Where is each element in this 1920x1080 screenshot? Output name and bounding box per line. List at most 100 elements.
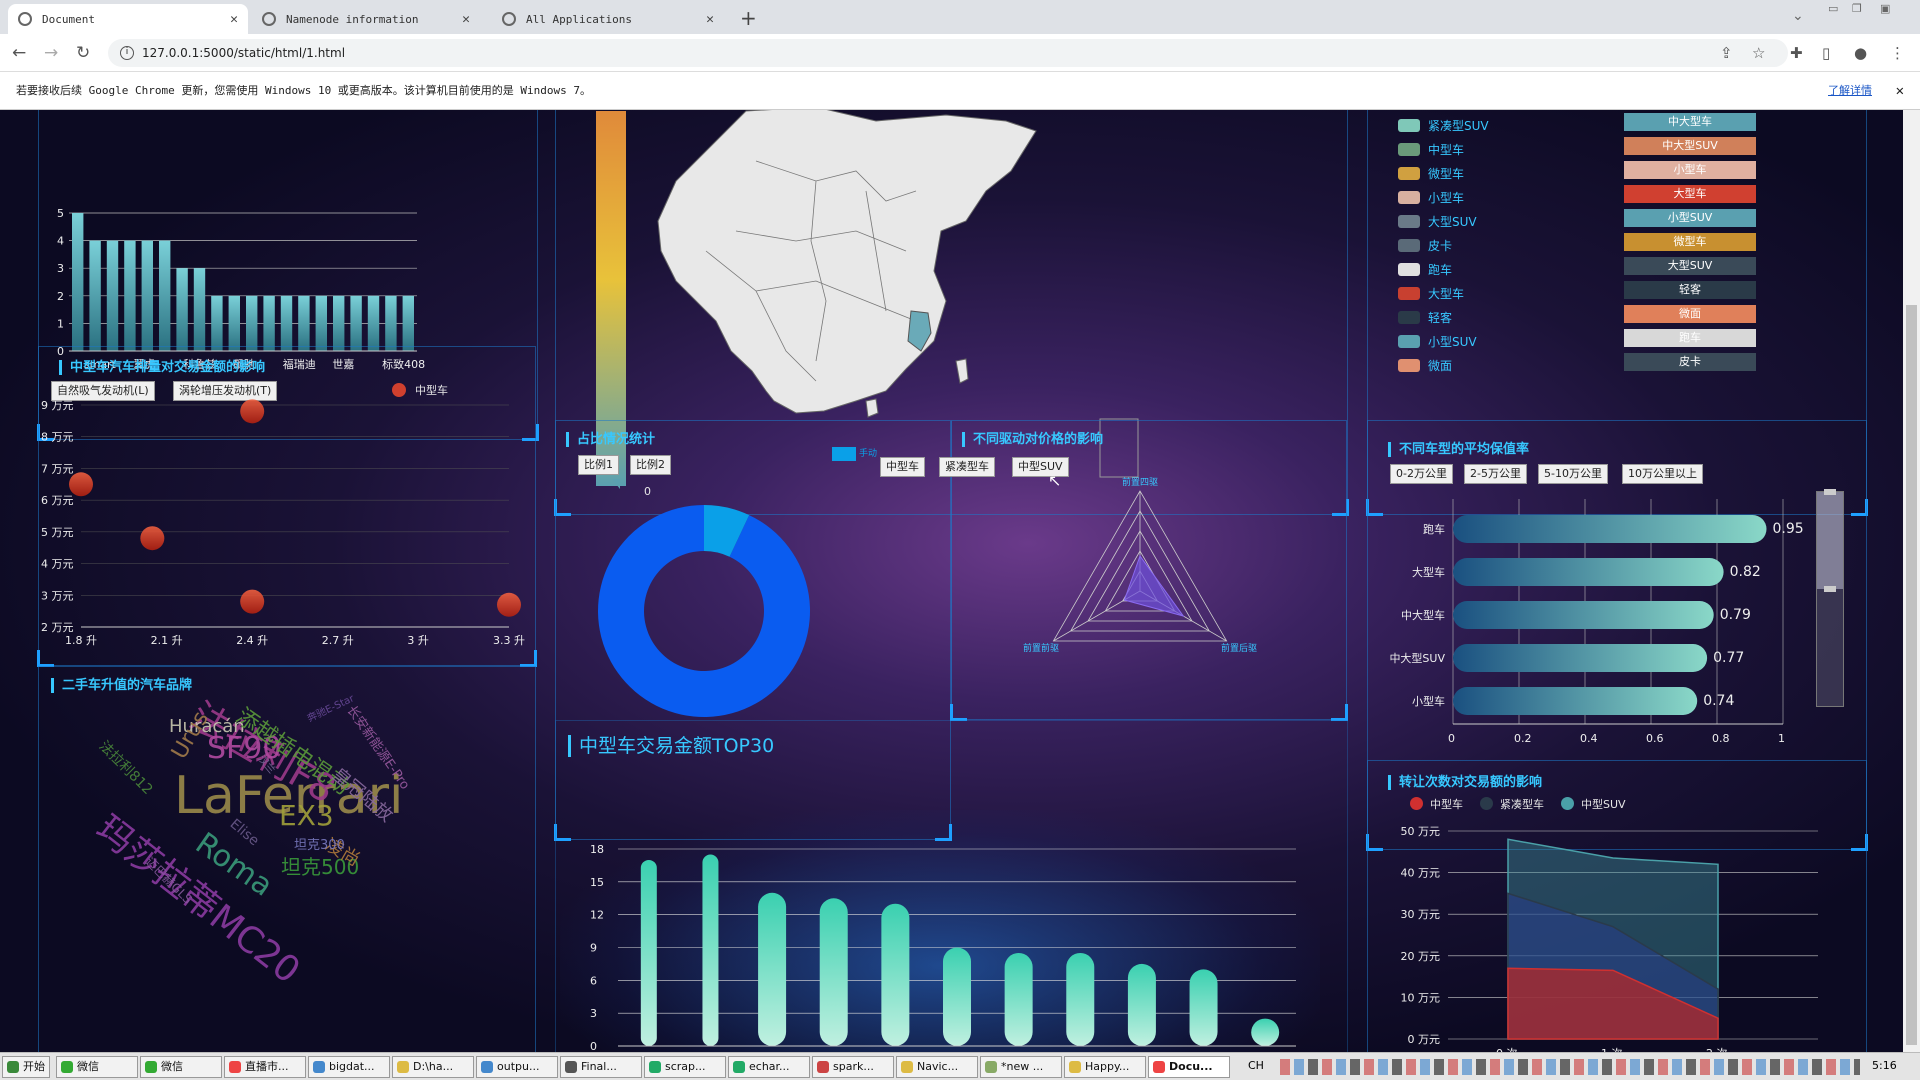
taskbar-item[interactable]: outpu... (476, 1056, 558, 1078)
close-icon[interactable]: ✕ (706, 12, 714, 27)
legend-label[interactable]: 轻客 (1428, 309, 1452, 326)
legend-label[interactable]: 小型车 (1428, 189, 1464, 206)
extensions-icon[interactable]: ✚ (1790, 44, 1803, 62)
scatter-point[interactable] (69, 472, 93, 497)
url-field[interactable]: i 127.0.0.1:5000/static/html/1.html (108, 39, 1788, 67)
datazoom-slider[interactable] (1816, 489, 1844, 707)
profile-icon[interactable]: ● (1854, 44, 1867, 62)
star-icon[interactable]: ☆ (1752, 44, 1765, 62)
bar[interactable] (1453, 601, 1714, 629)
scrollbar-thumb[interactable] (1906, 305, 1917, 1045)
taskbar-item[interactable]: 微信 (56, 1056, 138, 1078)
y-tick: 中大型SUV (1389, 651, 1445, 665)
y-tick: 9 万元 (41, 399, 74, 412)
learn-more-link[interactable]: 了解详情 (1828, 72, 1872, 110)
legend-label[interactable]: 大型车 (1428, 285, 1464, 302)
legend-label[interactable]: 跑车 (1428, 261, 1452, 278)
legend-label[interactable]: 紧凑型SUV (1428, 117, 1489, 134)
car-type-tag[interactable]: 皮卡 (1624, 353, 1756, 371)
bar[interactable] (1066, 952, 1095, 1046)
close-icon[interactable]: ✕ (462, 12, 470, 27)
taskbar-item[interactable]: echar... (728, 1056, 810, 1078)
car-type-tag[interactable]: 中大型车 (1624, 113, 1756, 131)
page-scrollbar[interactable] (1903, 110, 1920, 1052)
car-type-tag[interactable]: 中大型SUV (1624, 137, 1756, 155)
scatter-point[interactable] (140, 526, 165, 551)
scatter-point[interactable] (240, 589, 265, 614)
bar[interactable] (1453, 515, 1767, 543)
bar[interactable] (1453, 644, 1708, 672)
tab-all-applications[interactable]: All Applications ✕ (492, 4, 724, 34)
bar[interactable] (1189, 969, 1218, 1046)
share-icon[interactable]: ⇪ (1720, 44, 1733, 62)
bar[interactable] (1251, 1018, 1280, 1046)
chevron-down-icon[interactable]: ⌄ (1792, 8, 1804, 24)
car-type-tag[interactable]: 轻客 (1624, 281, 1756, 299)
slider-handle[interactable] (1824, 489, 1836, 495)
tab-document[interactable]: Document ✕ (8, 4, 248, 34)
midsize-car-button[interactable]: 中型车 (880, 457, 925, 477)
x-tick: 3 升 (407, 634, 429, 647)
car-type-tag[interactable]: 大型车 (1624, 185, 1756, 203)
menu-icon[interactable]: ⋮ (1890, 44, 1905, 62)
start-button[interactable]: 开始 (2, 1056, 50, 1078)
close-window-button[interactable]: ▣ (1880, 2, 1890, 15)
back-icon[interactable]: ← (12, 43, 26, 63)
legend-label[interactable]: 中型车 (1428, 141, 1464, 158)
restore-button[interactable]: ❐ (1852, 2, 1862, 15)
car-type-tag[interactable]: 大型SUV (1624, 257, 1756, 275)
taskbar-item[interactable]: Navic... (896, 1056, 978, 1078)
y-tick: 小型车 (1412, 694, 1445, 708)
reload-icon[interactable]: ↻ (76, 43, 90, 63)
scatter-point[interactable] (240, 399, 265, 424)
taskbar-item[interactable]: spark... (812, 1056, 894, 1078)
bar[interactable] (1453, 558, 1724, 586)
car-type-tag[interactable]: 微面 (1624, 305, 1756, 323)
taskbar-item[interactable]: bigdat... (308, 1056, 390, 1078)
ime-indicator[interactable]: CH (1248, 1059, 1264, 1072)
legend-label[interactable]: 大型SUV (1428, 213, 1477, 230)
minimize-button[interactable]: ▭ (1828, 2, 1838, 15)
bar[interactable] (640, 859, 657, 1046)
car-type-tag[interactable]: 微型车 (1624, 233, 1756, 251)
bar (124, 240, 136, 351)
taskbar-item[interactable]: Happy... (1064, 1056, 1146, 1078)
taskbar-item[interactable]: 微信 (140, 1056, 222, 1078)
legend-swatch (1398, 215, 1420, 228)
legend-label[interactable]: 微面 (1428, 357, 1452, 374)
taskbar-item[interactable]: *new ... (980, 1056, 1062, 1078)
taskbar-item[interactable]: Final... (560, 1056, 642, 1078)
forward-icon[interactable]: → (44, 43, 58, 63)
cloud-word[interactable]: EX3 (279, 799, 334, 832)
sidepanel-icon[interactable]: ▯ (1822, 44, 1830, 62)
bar[interactable] (943, 947, 971, 1047)
bar (193, 268, 206, 351)
slider-handle[interactable] (1824, 586, 1836, 592)
bar[interactable] (881, 903, 910, 1046)
legend-label[interactable]: 微型车 (1428, 165, 1464, 182)
system-tray-icons[interactable] (1280, 1059, 1860, 1075)
cloud-word[interactable]: 法拉利812 (95, 736, 158, 799)
tab-namenode[interactable]: Namenode information ✕ (252, 4, 480, 34)
scatter-point[interactable] (497, 592, 521, 617)
bar[interactable] (819, 898, 848, 1046)
taskbar-item[interactable]: D:\ha... (392, 1056, 474, 1078)
bar[interactable] (1127, 963, 1156, 1046)
y-tick: 2 万元 (41, 621, 74, 634)
legend-label[interactable]: 皮卡 (1428, 237, 1452, 254)
bar[interactable] (1004, 952, 1033, 1046)
cloud-word[interactable]: 坦克300 (294, 834, 345, 853)
car-type-tag[interactable]: 跑车 (1624, 329, 1756, 347)
new-tab-button[interactable]: + (740, 6, 757, 30)
bar[interactable] (758, 892, 787, 1046)
car-type-tag[interactable]: 小型车 (1624, 161, 1756, 179)
close-icon[interactable]: ✕ (1896, 72, 1904, 110)
close-icon[interactable]: ✕ (230, 12, 238, 27)
legend-label[interactable]: 小型SUV (1428, 333, 1477, 350)
bar[interactable] (702, 854, 719, 1046)
car-type-tag[interactable]: 小型SUV (1624, 209, 1756, 227)
bar[interactable] (1453, 687, 1698, 715)
taskbar-item[interactable]: Docu... (1148, 1056, 1230, 1078)
taskbar-item[interactable]: 直播市... (224, 1056, 306, 1078)
taskbar-item[interactable]: scrap... (644, 1056, 726, 1078)
